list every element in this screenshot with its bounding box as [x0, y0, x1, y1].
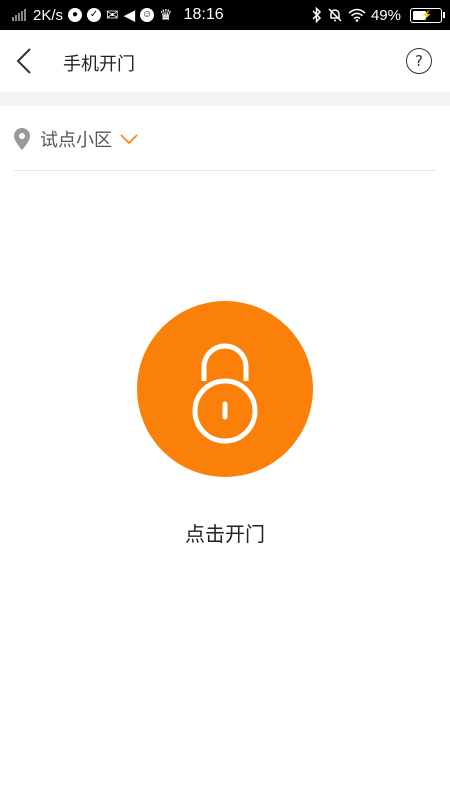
face-icon: ☺: [140, 8, 155, 22]
battery-percent: 49%: [370, 6, 401, 24]
battery-nub: [443, 11, 445, 18]
divider: [14, 170, 436, 171]
app-notification-icon: ●: [68, 8, 83, 22]
signal-icon: [12, 9, 27, 21]
title-bar: 手机开门 ?: [0, 30, 450, 92]
help-button[interactable]: ?: [406, 48, 432, 74]
community-name: 试点小区: [40, 130, 112, 151]
location-pin-icon: [14, 128, 30, 150]
mail-icon: ✉: [106, 7, 119, 24]
bluetooth-icon: [312, 7, 322, 23]
wifi-icon: [348, 8, 366, 22]
status-bar-right: 49% ⚡: [312, 0, 445, 30]
section-gap: [0, 92, 450, 106]
bell-mute-icon: [327, 7, 343, 23]
unlock-door-button[interactable]: [137, 301, 313, 477]
community-selector[interactable]: 试点小区: [14, 122, 138, 156]
back-button[interactable]: [14, 46, 38, 76]
sound-icon: ◀: [123, 7, 136, 24]
status-bar: 2K/s ● ✓ ✉ ◀ ☺ ♛ 18:16 49% ⚡: [0, 0, 450, 30]
charging-icon: ⚡: [421, 9, 433, 20]
chevron-down-icon: [120, 134, 138, 145]
page-title: 手机开门: [63, 54, 135, 75]
lock-icon: [192, 343, 258, 444]
unlock-label: 点击开门: [185, 522, 265, 546]
check-notification-icon: ✓: [87, 8, 102, 22]
back-arrow-icon: [16, 48, 31, 74]
network-speed: 2K/s: [33, 6, 64, 24]
clock: 18:16: [183, 6, 224, 23]
battery-icon: ⚡: [410, 7, 445, 23]
help-icon: ?: [415, 52, 423, 70]
crown-icon: ♛: [159, 7, 173, 24]
status-bar-left: 2K/s ● ✓ ✉ ◀ ☺ ♛ 18:16: [12, 0, 224, 30]
